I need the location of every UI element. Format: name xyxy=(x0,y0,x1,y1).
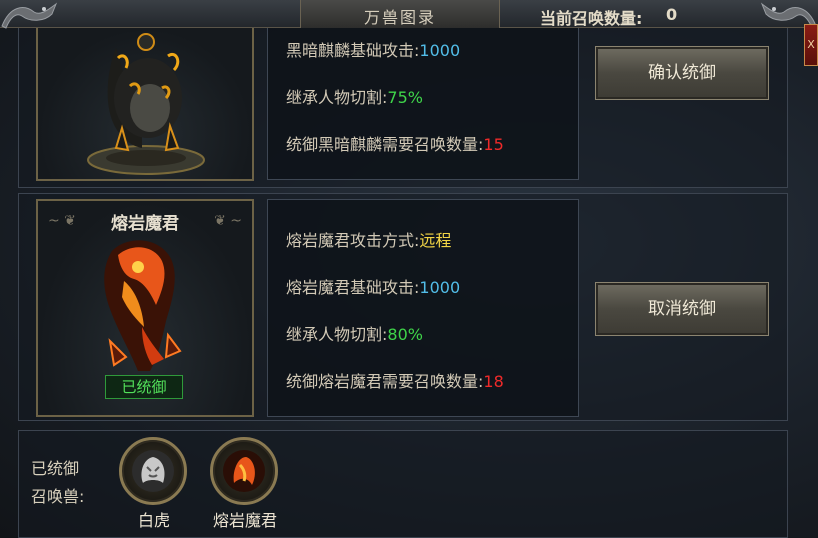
inherit-line: 继承人物切割:75% xyxy=(286,84,423,108)
beast-info-panel-dark-qilin: 黑暗麒麟基础攻击:1000 继承人物切割:75% 统御黑暗麒麟需要召唤数量:15 xyxy=(267,28,579,180)
beast-catalog-window: 万兽图录 当前召唤数量: 0 X 黑暗麒麟基础攻击:1000 继承人物切割:75… xyxy=(0,0,818,538)
title-bar[interactable]: 万兽图录 当前召唤数量: 0 xyxy=(0,0,818,29)
attack-value: 1000 xyxy=(419,278,461,297)
beast-info-panel-lava-demon: 熔岩魔君攻击方式:远程 熔岩魔君基础攻击:1000 继承人物切割:80% 统御熔… xyxy=(267,199,579,417)
lava-demon-figure-icon xyxy=(104,240,182,371)
attack-mode-value: 远程 xyxy=(419,231,452,250)
attack-label: 黑暗麒麟基础攻击: xyxy=(286,41,420,60)
command-line: 统御熔岩魔君需要召唤数量:18 xyxy=(286,368,504,392)
white-tiger-icon xyxy=(132,450,174,492)
command-label: 统御熔岩魔君需要召唤数量: xyxy=(286,372,484,391)
command-value: 15 xyxy=(483,135,504,154)
beast-row-dark-qilin: 黑暗麒麟基础攻击:1000 继承人物切割:75% 统御黑暗麒麟需要召唤数量:15… xyxy=(18,28,788,188)
attack-label: 熔岩魔君基础攻击: xyxy=(286,278,420,297)
lava-demon-icon xyxy=(223,450,265,492)
slot-ring xyxy=(210,437,278,505)
summon-slot-name: 白虎 xyxy=(137,511,170,530)
commanded-summons-panel: 已统御 召唤兽: 白虎 熔岩魔君 xyxy=(18,430,788,538)
confirm-command-button[interactable]: 确认统御 xyxy=(595,46,769,100)
beast-row-lava-demon: ~ ❦ 熔岩魔君 ❦ ~ 已统御 熔岩魔君攻击方式:远程 熔岩魔君基础攻击:10… xyxy=(18,193,788,421)
attack-value: 1000 xyxy=(419,41,461,60)
attack-mode-line: 熔岩魔君攻击方式:远程 xyxy=(286,227,451,251)
inherit-value: 75% xyxy=(387,88,423,107)
attack-line: 黑暗麒麟基础攻击:1000 xyxy=(286,37,460,61)
commanded-label-line2: 召唤兽: xyxy=(31,487,85,506)
beast-portrait-dark-qilin[interactable] xyxy=(36,28,254,181)
commanded-label-line1: 已统御 xyxy=(31,459,80,478)
window-title: 万兽图录 xyxy=(363,8,436,27)
slot-ring xyxy=(119,437,187,505)
status-badge: 已统御 xyxy=(105,375,183,399)
attack-line: 熔岩魔君基础攻击:1000 xyxy=(286,274,460,298)
command-value: 18 xyxy=(483,372,504,391)
scroll-ornament-right-icon: ❦ ~ xyxy=(214,213,242,229)
beast-portrait-lava-demon[interactable]: ~ ❦ 熔岩魔君 ❦ ~ 已统御 xyxy=(36,199,254,417)
summon-slot-white-tiger[interactable]: 白虎 xyxy=(117,437,191,537)
summon-count-label: 当前召唤数量: xyxy=(540,9,643,28)
inherit-value: 80% xyxy=(387,325,423,344)
command-label: 统御黑暗麒麟需要召唤数量: xyxy=(286,135,484,154)
inherit-label: 继承人物切割: xyxy=(286,88,388,107)
summon-slot-lava-demon[interactable]: 熔岩魔君 xyxy=(208,437,282,537)
close-button[interactable]: X xyxy=(804,24,818,66)
cancel-command-button[interactable]: 取消统御 xyxy=(595,282,769,336)
summon-slot-name: 熔岩魔君 xyxy=(212,511,277,530)
inherit-label: 继承人物切割: xyxy=(286,325,388,344)
summon-count-value: 0 xyxy=(666,5,678,24)
inherit-line: 继承人物切割:80% xyxy=(286,321,423,345)
attack-mode-label: 熔岩魔君攻击方式: xyxy=(286,231,420,250)
dragon-ornament-left-icon xyxy=(1,2,58,29)
command-line: 统御黑暗麒麟需要召唤数量:15 xyxy=(286,131,504,155)
dark-qilin-figure-icon xyxy=(87,33,205,175)
